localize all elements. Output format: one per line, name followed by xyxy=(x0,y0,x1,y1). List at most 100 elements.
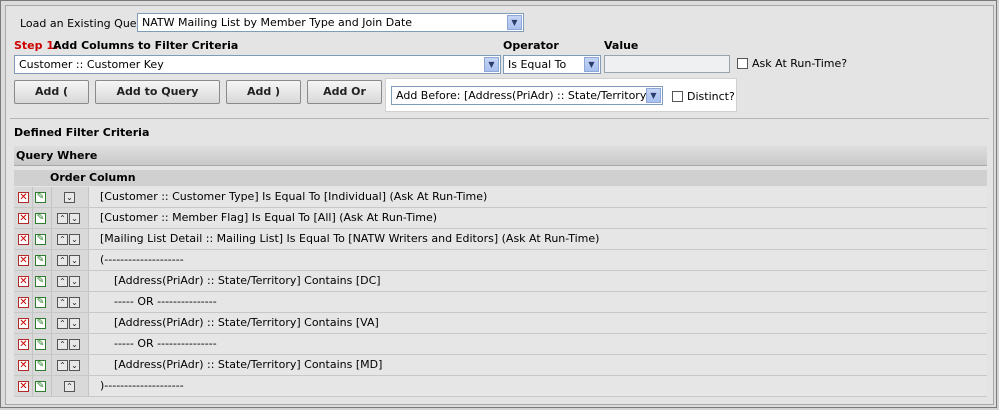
distinct-checkbox[interactable] xyxy=(672,91,683,102)
move-up-icon[interactable]: ⌃ xyxy=(57,339,68,350)
add-or-button[interactable]: Add Or xyxy=(307,80,382,104)
add-before-panel: Add Before: [Address(PriAdr) :: State/Te… xyxy=(385,78,737,112)
delete-cell: ✕ xyxy=(14,313,33,333)
move-down-icon[interactable]: ⌄ xyxy=(69,234,80,245)
criteria-text: [Mailing List Detail :: Mailing List] Is… xyxy=(89,229,987,249)
add-to-query-button[interactable]: Add to Query xyxy=(95,80,220,104)
ask-runtime-checkbox[interactable] xyxy=(737,58,748,69)
edit-icon[interactable]: ✎ xyxy=(35,213,46,224)
operator-header: Operator xyxy=(503,39,559,52)
delete-cell: ✕ xyxy=(14,355,33,375)
criteria-text: [Customer :: Customer Type] Is Equal To … xyxy=(89,187,987,207)
delete-icon[interactable]: ✕ xyxy=(18,192,29,203)
order-column-header: Order xyxy=(50,171,86,184)
edit-icon[interactable]: ✎ xyxy=(35,339,46,350)
section-divider xyxy=(10,118,989,119)
edit-cell: ✎ xyxy=(33,313,52,333)
edit-icon[interactable]: ✎ xyxy=(35,276,46,287)
operator-select[interactable]: Is Equal To ▼ xyxy=(503,55,601,74)
edit-cell: ✎ xyxy=(33,271,52,291)
edit-icon[interactable]: ✎ xyxy=(35,234,46,245)
criteria-column-header: Order Column xyxy=(14,170,987,186)
add-before-select[interactable]: Add Before: [Address(PriAdr) :: State/Te… xyxy=(391,86,663,105)
criteria-row: ✕ ✎ ⌃ ⌄ [Address(PriAdr) :: State/Territory… xyxy=(14,313,987,334)
delete-cell: ✕ xyxy=(14,250,33,270)
criteria-text: [Address(PriAdr) :: State/Territory] Con… xyxy=(89,271,987,291)
delete-icon[interactable]: ✕ xyxy=(18,255,29,266)
delete-icon[interactable]: ✕ xyxy=(18,381,29,392)
delete-cell: ✕ xyxy=(14,271,33,291)
criteria-text: ----- OR --------------- xyxy=(89,334,987,354)
operator-select-value: Is Equal To xyxy=(508,58,567,71)
edit-cell: ✎ xyxy=(33,355,52,375)
value-header: Value xyxy=(604,39,639,52)
move-up-icon[interactable]: ⌃ xyxy=(57,360,68,371)
move-down-icon[interactable]: ⌄ xyxy=(69,213,80,224)
delete-cell: ✕ xyxy=(14,376,33,396)
criteria-row: ✕ ✎ ⌃ ⌄ ----- OR --------------- xyxy=(14,334,987,355)
move-up-icon[interactable]: ⌃ xyxy=(57,276,68,287)
order-cell: ⌃ ⌄ xyxy=(52,313,89,333)
chevron-down-icon: ▼ xyxy=(646,88,661,103)
move-down-icon[interactable]: ⌄ xyxy=(69,276,80,287)
delete-icon[interactable]: ✕ xyxy=(18,318,29,329)
step-title: Add Columns to Filter Criteria xyxy=(53,39,239,52)
add-open-paren-button[interactable]: Add ( xyxy=(14,80,89,104)
move-up-icon[interactable]: ⌃ xyxy=(57,255,68,266)
criteria-row: ✕ ✎ ⌃ ⌄ ----- OR --------------- xyxy=(14,292,987,313)
delete-cell: ✕ xyxy=(14,208,33,228)
chevron-down-icon: ▼ xyxy=(484,57,499,72)
move-down-icon[interactable]: ⌄ xyxy=(69,318,80,329)
column-select[interactable]: Customer :: Customer Key ▼ xyxy=(14,55,501,74)
edit-cell: ✎ xyxy=(33,229,52,249)
order-cell: ⌃ ⌄ xyxy=(52,292,89,312)
move-down-icon[interactable]: ⌄ xyxy=(69,297,80,308)
move-up-icon[interactable]: ⌃ xyxy=(64,381,75,392)
move-up-icon[interactable]: ⌃ xyxy=(57,318,68,329)
load-query-select[interactable]: NATW Mailing List by Member Type and Joi… xyxy=(137,13,524,32)
delete-icon[interactable]: ✕ xyxy=(18,234,29,245)
delete-icon[interactable]: ✕ xyxy=(18,339,29,350)
order-cell: ⌃ ⌄ xyxy=(52,355,89,375)
column-select-value: Customer :: Customer Key xyxy=(19,58,164,71)
criteria-text: )-------------------- xyxy=(89,376,987,396)
distinct-label: Distinct? xyxy=(687,90,735,103)
edit-cell: ✎ xyxy=(33,292,52,312)
criteria-text: [Customer :: Member Flag] Is Equal To [A… xyxy=(89,208,987,228)
edit-cell: ✎ xyxy=(33,187,52,207)
delete-icon[interactable]: ✕ xyxy=(18,276,29,287)
edit-icon[interactable]: ✎ xyxy=(35,318,46,329)
criteria-row: ✕ ✎ ⌃ ⌄ [Mailing List Detail :: Mailing List… xyxy=(14,229,987,250)
move-down-icon[interactable]: ⌄ xyxy=(69,339,80,350)
edit-icon[interactable]: ✎ xyxy=(35,360,46,371)
criteria-row: ✕ ✎ ⌃ ⌄ (-------------------- xyxy=(14,250,987,271)
criteria-row: ✕ ✎ ⌄ [Customer :: Customer Type] Is Equal … xyxy=(14,187,987,208)
defined-criteria-title: Defined Filter Criteria xyxy=(14,126,150,139)
move-up-icon[interactable]: ⌃ xyxy=(57,234,68,245)
chevron-down-icon: ▼ xyxy=(507,15,522,30)
value-input[interactable] xyxy=(604,55,730,73)
add-close-paren-button[interactable]: Add ) xyxy=(226,80,301,104)
move-down-icon[interactable]: ⌄ xyxy=(69,360,80,371)
criteria-text: ----- OR --------------- xyxy=(89,292,987,312)
ask-runtime-label: Ask At Run-Time? xyxy=(752,57,848,70)
edit-icon[interactable]: ✎ xyxy=(35,297,46,308)
add-before-value: Add Before: [Address(PriAdr) :: State/Te… xyxy=(396,89,656,102)
delete-cell: ✕ xyxy=(14,187,33,207)
step-label: Step 1: xyxy=(14,39,59,52)
edit-icon[interactable]: ✎ xyxy=(35,381,46,392)
move-up-icon[interactable]: ⌃ xyxy=(57,297,68,308)
move-down-icon[interactable]: ⌄ xyxy=(69,255,80,266)
move-down-icon[interactable]: ⌄ xyxy=(64,192,75,203)
delete-cell: ✕ xyxy=(14,334,33,354)
criteria-row: ✕ ✎ ⌃ ⌄ [Address(PriAdr) :: State/Territory… xyxy=(14,271,987,292)
load-query-value: NATW Mailing List by Member Type and Joi… xyxy=(142,16,413,29)
delete-icon[interactable]: ✕ xyxy=(18,360,29,371)
edit-icon[interactable]: ✎ xyxy=(35,192,46,203)
delete-icon[interactable]: ✕ xyxy=(18,297,29,308)
delete-icon[interactable]: ✕ xyxy=(18,213,29,224)
edit-cell: ✎ xyxy=(33,376,52,396)
edit-icon[interactable]: ✎ xyxy=(35,255,46,266)
move-up-icon[interactable]: ⌃ xyxy=(57,213,68,224)
chevron-down-icon: ▼ xyxy=(584,57,599,72)
